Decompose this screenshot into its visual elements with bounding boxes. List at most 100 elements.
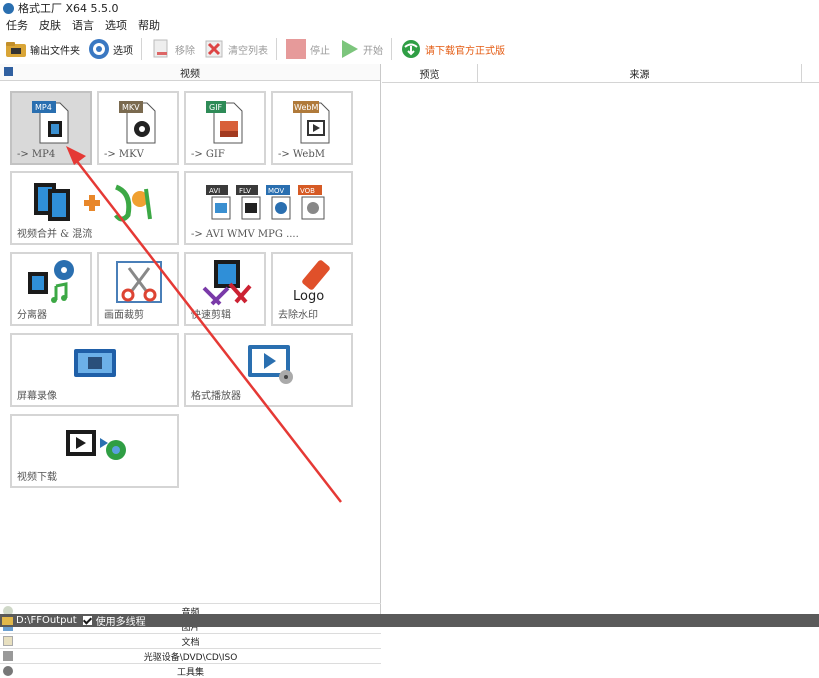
logo-badge-text: Logo [293,289,324,304]
title-bar: 格式工厂 X64 5.5.0 [0,0,819,16]
menu-skin[interactable]: 皮肤 [39,17,61,33]
mov-badge-text: MOV [268,187,284,195]
player-icon [248,345,293,384]
tile-label: 分离器 [17,310,47,321]
column-source[interactable]: 来源 [478,64,802,82]
clear-list-button[interactable]: 清空列表 [203,36,268,62]
output-folder-button[interactable]: 输出文件夹 [5,36,80,62]
toolbar: 输出文件夹 选项 移除 清空列表 停止 开始 请下载官方正式版 [0,34,819,64]
tile-remove-watermark[interactable]: Logo 去除水印 [271,252,353,326]
multithread-checkbox[interactable] [82,616,92,625]
menu-language[interactable]: 语言 [72,17,94,33]
multithread-label: 使用多线程 [95,617,146,628]
app-icon [3,2,14,14]
flv-badge-text: FLV [239,187,251,195]
tile-to-gif[interactable]: GIF -> GIF [184,91,266,165]
video-section-header[interactable]: 视频 [0,64,380,81]
gear-icon [89,39,109,59]
stop-icon [286,39,306,59]
tile-other-formats[interactable]: AVI FLV MOV VOB -> AVI WMV MPG .... [184,171,353,245]
gif-file-icon: GIF [206,101,243,144]
tile-label: 快速剪辑 [191,310,231,321]
tile-label: 画面裁剪 [104,310,144,321]
remove-watermark-icon: Logo [293,260,330,304]
tile-label: 视频下载 [17,472,57,483]
video-tools-grid: MP4 -> MP4 MKV -> MKV GIF -> GIF WebM ->… [10,91,355,491]
task-list-header: 预览 来源 [382,64,819,83]
column-source-label: 来源 [629,69,650,81]
category-label: 工具集 [176,667,204,678]
tile-crop[interactable]: 画面裁剪 [97,252,179,326]
tile-label: -> WebM [278,149,325,160]
remove-label: 移除 [175,45,195,57]
toolbar-divider [391,38,392,60]
start-label: 开始 [363,45,383,57]
window-title: 格式工厂 X64 5.5.0 [18,2,119,15]
category-optical-drive[interactable]: 光驱设备\DVD\CD\ISO [0,648,381,663]
vob-badge-text: VOB [300,187,315,195]
output-folder-label: 输出文件夹 [30,45,80,57]
menu-bar: 任务 皮肤 语言 选项 帮助 [0,16,171,34]
tile-to-mp4[interactable]: MP4 -> MP4 [10,91,92,165]
splitter-icon [28,260,74,303]
category-toolbox[interactable]: 工具集 [0,663,381,678]
tile-quick-clip[interactable]: 快速剪辑 [184,252,266,326]
video-category-icon [4,67,13,76]
menu-task[interactable]: 任务 [6,17,28,33]
screen-record-icon [74,349,116,377]
tile-video-download[interactable]: 视频下载 [10,414,179,488]
menu-options[interactable]: 选项 [105,17,127,33]
options-button[interactable]: 选项 [88,36,133,62]
mp4-file-icon: MP4 [32,101,69,144]
tile-label: 格式播放器 [191,391,241,402]
toolbar-divider [276,38,277,60]
download-official-link[interactable]: 请下载官方正式版 [400,36,505,62]
function-panel: 视频 MP4 -> MP4 MKV -> MKV GIF -> GIF WebM… [0,64,381,678]
merge-mux-icon [34,183,152,222]
gif-badge-text: GIF [209,103,223,112]
category-document[interactable]: 文档 [0,633,381,648]
tile-to-webm[interactable]: WebM -> WebM [271,91,353,165]
tile-label: 屏幕录像 [17,391,57,402]
play-icon [342,40,358,58]
mkv-file-icon: MKV [119,101,156,144]
folder-icon [6,42,26,57]
output-path[interactable]: D:\FFOutput [16,615,77,626]
tile-screen-record[interactable]: 屏幕录像 [10,333,179,407]
category-label: 文档 [181,637,200,648]
stop-button[interactable]: 停止 [285,36,330,62]
video-download-icon [66,430,126,460]
document-icon [3,636,13,646]
download-official-label: 请下载官方正式版 [425,45,505,57]
webm-file-icon: WebM [293,101,330,144]
tile-to-mkv[interactable]: MKV -> MKV [97,91,179,165]
crop-icon [116,261,162,303]
category-label: 光驱设备\DVD\CD\ISO [143,652,238,663]
mp4-badge-text: MP4 [35,103,52,112]
options-label: 选项 [113,45,133,57]
tile-label: -> MKV [104,149,144,160]
tools-icon [3,666,13,676]
tile-splitter[interactable]: 分离器 [10,252,92,326]
tile-label: 视频合并 & 混流 [17,229,93,240]
output-folder-icon[interactable] [2,616,13,625]
column-preview[interactable]: 预览 [382,64,478,82]
tile-label: -> AVI WMV MPG .... [191,229,299,240]
quick-clip-icon [202,260,252,306]
tile-merge-mux[interactable]: 视频合并 & 混流 [10,171,179,245]
mkv-badge-text: MKV [122,103,140,112]
menu-help[interactable]: 帮助 [138,17,160,33]
video-section-label: 视频 [180,68,200,80]
start-button[interactable]: 开始 [338,36,383,62]
remove-button[interactable]: 移除 [150,36,195,62]
status-bar: D:\FFOutput 使用多线程 [0,614,819,628]
clear-list-label: 清空列表 [228,45,268,57]
tile-player[interactable]: 格式播放器 [184,333,353,407]
clear-icon [205,40,223,58]
toolbar-divider [141,38,142,60]
task-list-panel: 预览 来源 [382,64,819,614]
tile-label: -> MP4 [17,149,56,160]
tile-label: 去除水印 [278,310,318,321]
other-formats-icon: AVI FLV MOV VOB [206,185,325,220]
avi-badge-text: AVI [209,187,220,195]
